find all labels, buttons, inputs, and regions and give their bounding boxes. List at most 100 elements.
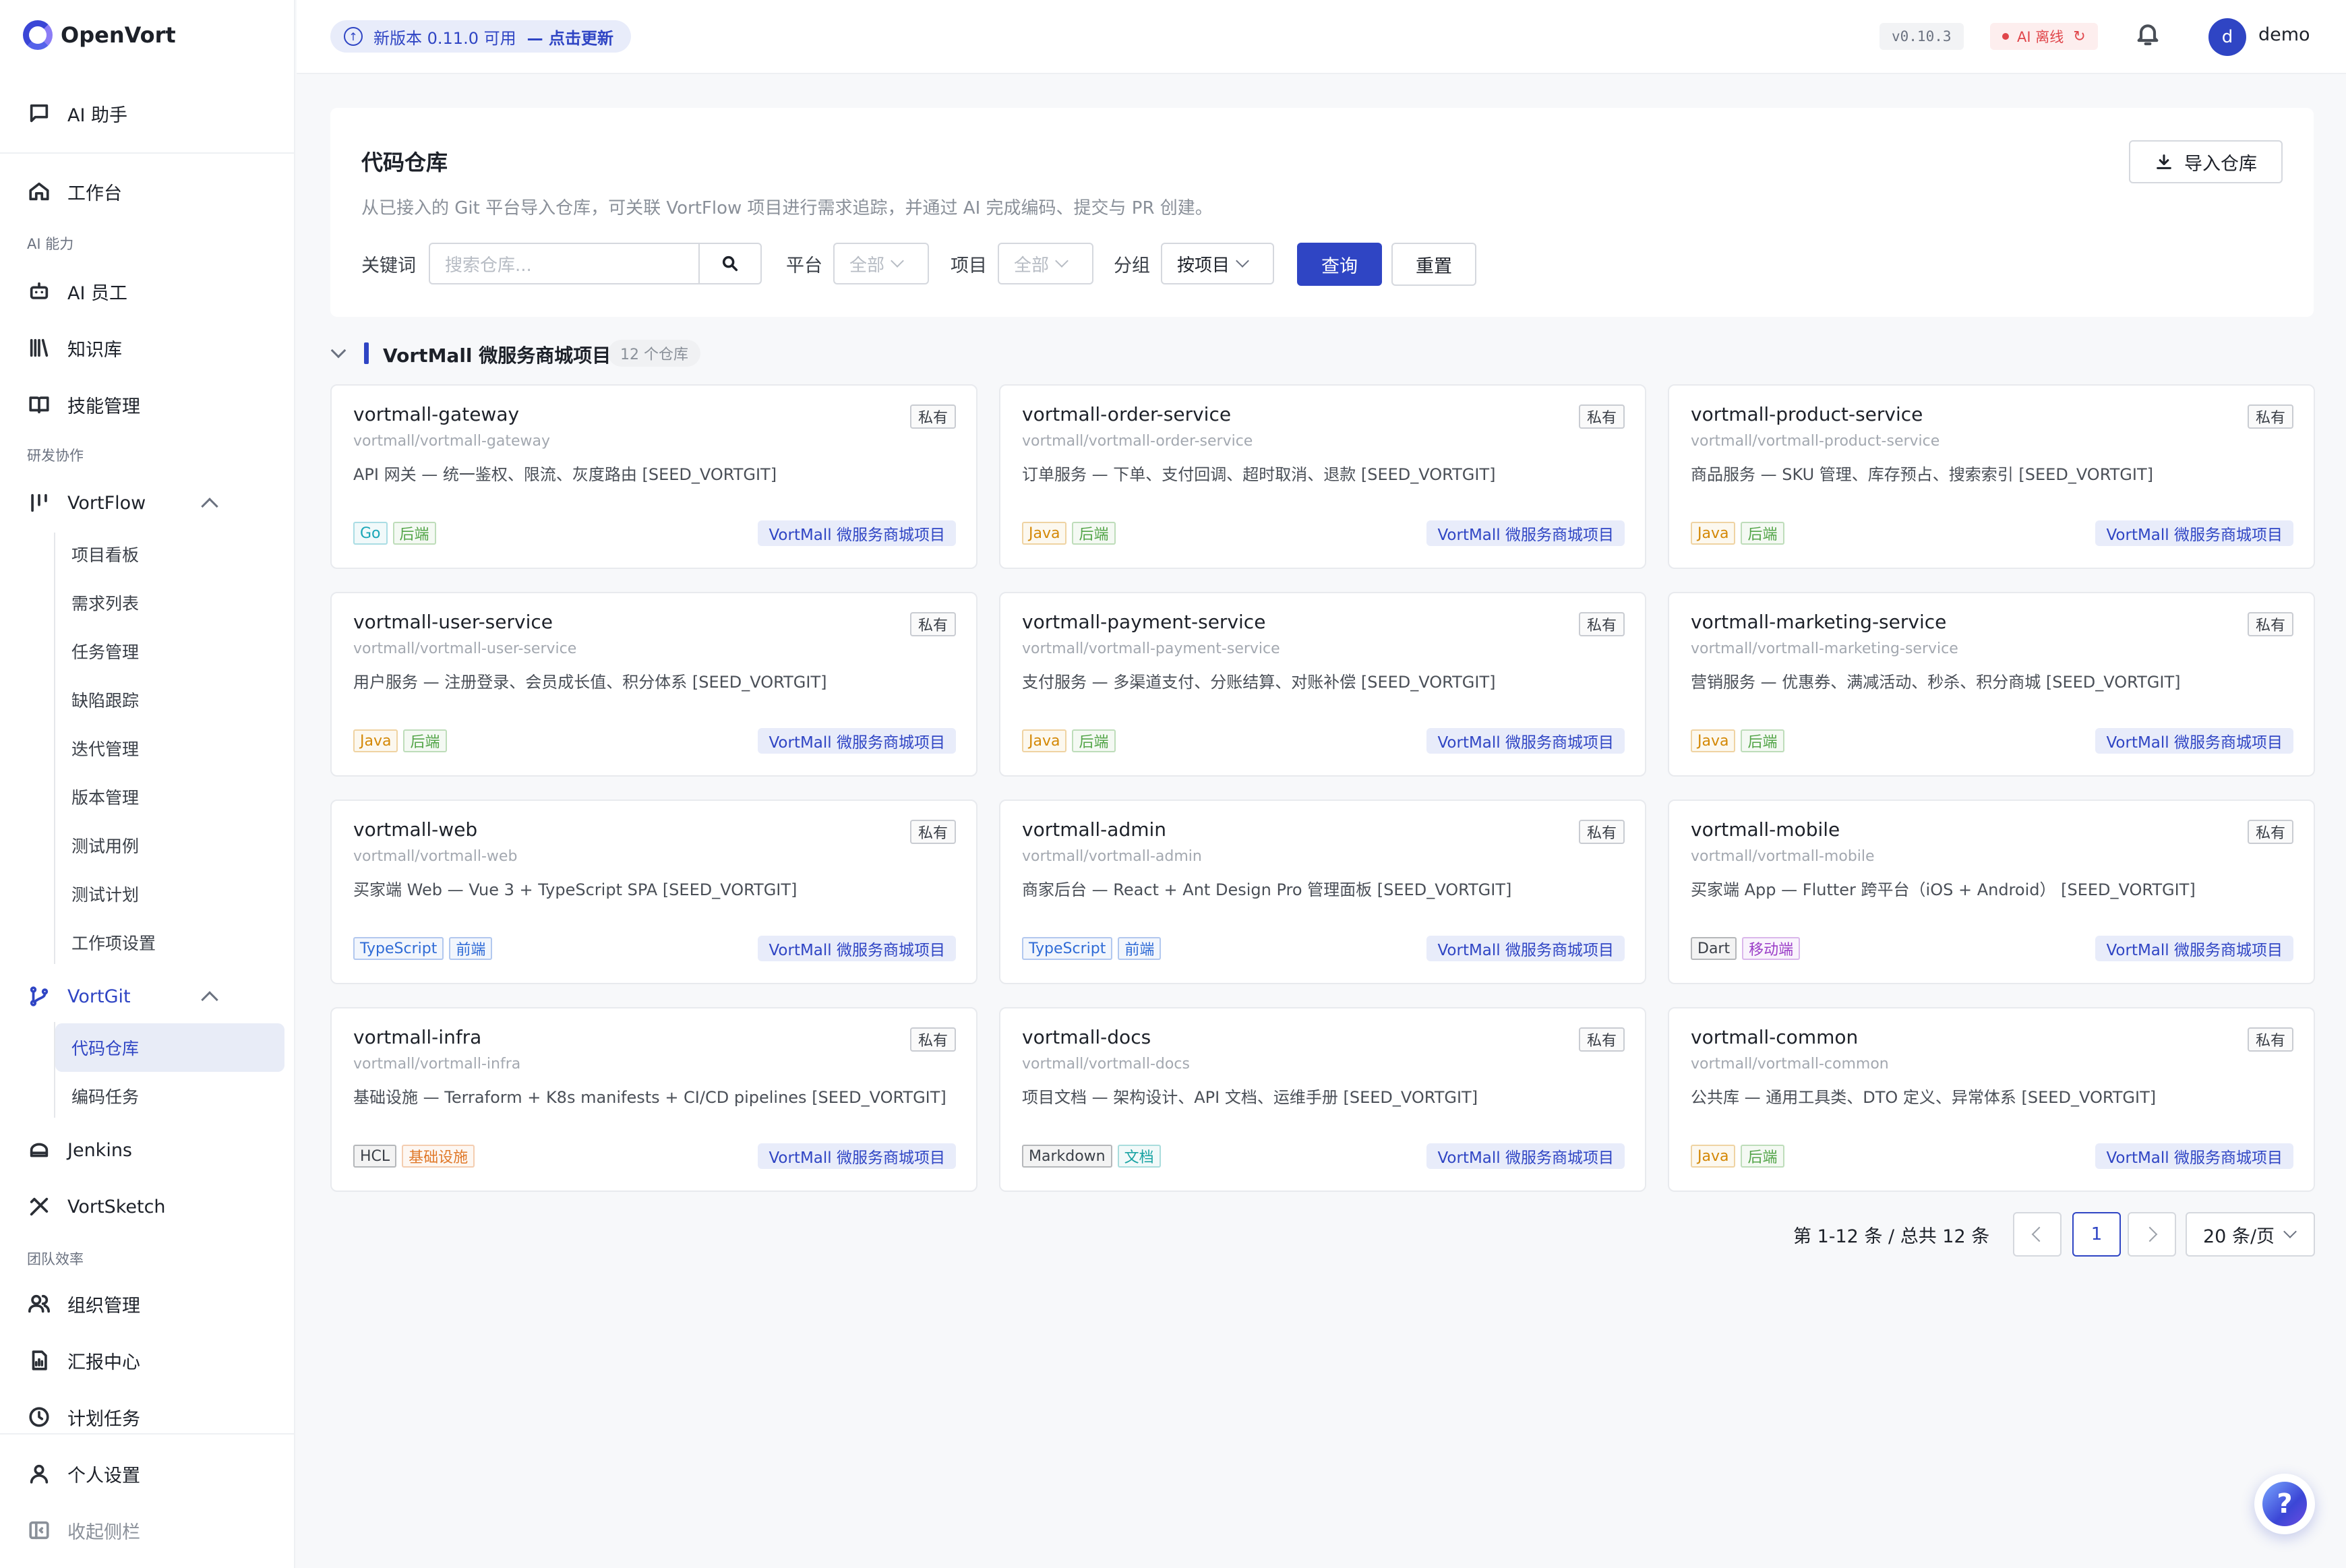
sidebar-subitem-coding-tasks[interactable]: 编码任务: [71, 1076, 139, 1116]
repo-name[interactable]: vortmall-admin: [1022, 818, 1166, 841]
avatar[interactable]: d: [2208, 18, 2246, 56]
repo-name[interactable]: vortmall-user-service: [353, 611, 553, 633]
reset-button[interactable]: 重置: [1391, 243, 1476, 286]
update-banner[interactable]: ↑ 新版本 0.11.0 可用 — 点击更新: [330, 20, 631, 53]
sidebar-item-org[interactable]: 组织管理: [26, 1284, 140, 1324]
sidebar-divider: [0, 152, 295, 154]
repo-tag: Java: [1691, 729, 1736, 752]
repo-name[interactable]: vortmall-payment-service: [1022, 611, 1265, 633]
chevron-up-icon[interactable]: [201, 991, 218, 1008]
page-button-current[interactable]: 1: [2072, 1212, 2121, 1257]
sidebar-item-vortsketch[interactable]: VortSketch: [26, 1186, 166, 1227]
sidebar-item-ai-assistant[interactable]: AI 助手: [26, 93, 127, 133]
project-badge[interactable]: VortMall 微服务商城项目: [758, 728, 956, 754]
notification-bell-icon[interactable]: [2134, 20, 2165, 51]
repo-name[interactable]: vortmall-web: [353, 818, 477, 841]
sidebar-subitem-code-repos[interactable]: 代码仓库: [71, 1027, 139, 1068]
repo-description: 营销服务 — 优惠券、满减活动、秒杀、积分商城 [SEED_VORTGIT]: [1691, 673, 2181, 692]
search-icon: [722, 255, 738, 272]
next-page-button[interactable]: [2128, 1212, 2176, 1257]
sidebar-item-label: 计划任务: [67, 1408, 140, 1430]
chevron-left-icon: [2031, 1226, 2047, 1242]
sidebar-subitem-test-cases[interactable]: 测试用例: [71, 825, 139, 866]
repo-card[interactable]: vortmall-infra vortmall/vortmall-infra 基础设…: [330, 1007, 977, 1192]
project-badge[interactable]: VortMall 微服务商城项目: [1426, 728, 1625, 754]
sidebar-item-ai-staff[interactable]: AI 员工: [26, 271, 127, 311]
app-logo[interactable]: OpenVort: [23, 20, 176, 50]
sidebar-item-knowledge[interactable]: 知识库: [26, 328, 122, 368]
repo-card[interactable]: vortmall-admin vortmall/vortmall-admin 商家后…: [999, 800, 1646, 984]
search-input[interactable]: 搜索仓库...: [429, 243, 698, 284]
project-badge[interactable]: VortMall 微服务商城项目: [2095, 728, 2293, 754]
project-badge[interactable]: VortMall 微服务商城项目: [1426, 1143, 1625, 1169]
project-badge[interactable]: VortMall 微服务商城项目: [758, 520, 956, 546]
sidebar-subitem-iterations[interactable]: 迭代管理: [71, 728, 139, 768]
update-link[interactable]: — 点击更新: [527, 25, 613, 49]
sidebar-item-label: 工作台: [67, 183, 122, 204]
refresh-icon[interactable]: ↻: [2073, 28, 2085, 45]
repo-name[interactable]: vortmall-mobile: [1691, 818, 1840, 841]
repo-card[interactable]: vortmall-web vortmall/vortmall-web 买家端 Web…: [330, 800, 977, 984]
sidebar-item-schedules[interactable]: 计划任务: [26, 1397, 140, 1437]
repo-card[interactable]: vortmall-product-service vortmall/vortmal…: [1668, 384, 2315, 569]
repo-name[interactable]: vortmall-marketing-service: [1691, 611, 1946, 633]
sidebar-item-reports[interactable]: 汇报中心: [26, 1340, 140, 1381]
project-badge[interactable]: VortMall 微服务商城项目: [758, 1143, 956, 1169]
repo-name[interactable]: vortmall-gateway: [353, 403, 519, 425]
platform-select[interactable]: 全部: [833, 243, 929, 284]
import-repo-button[interactable]: 导入仓库: [2129, 140, 2283, 183]
sidebar-item-jenkins[interactable]: Jenkins: [26, 1130, 132, 1170]
import-repo-label: 导入仓库: [2184, 153, 2257, 175]
sidebar-item-label: VortFlow: [67, 492, 146, 514]
project-badge[interactable]: VortMall 微服务商城项目: [1426, 520, 1625, 546]
username[interactable]: demo: [2258, 24, 2310, 45]
repo-tag: HCL: [353, 1145, 397, 1168]
repo-card[interactable]: vortmall-payment-service vortmall/vortmal…: [999, 592, 1646, 777]
repo-tag: Java: [1691, 522, 1736, 545]
group-select[interactable]: 按项目: [1161, 243, 1274, 284]
sidebar-subitem-workitem-settings[interactable]: 工作项设置: [71, 922, 156, 963]
project-select[interactable]: 全部: [998, 243, 1093, 284]
chevron-down-icon: [1236, 254, 1249, 268]
sidebar-subitem-project-board[interactable]: 项目看板: [71, 534, 139, 574]
repo-name[interactable]: vortmall-order-service: [1022, 403, 1231, 425]
sidebar-subitem-requirements[interactable]: 需求列表: [71, 582, 139, 623]
ai-status-badge[interactable]: AI 离线 ↻: [1990, 23, 2098, 50]
repo-card[interactable]: vortmall-docs vortmall/vortmall-docs 项目文档 …: [999, 1007, 1646, 1192]
prev-page-button[interactable]: [2013, 1212, 2062, 1257]
sidebar-subitem-test-plans[interactable]: 测试计划: [71, 874, 139, 914]
repo-name[interactable]: vortmall-docs: [1022, 1026, 1151, 1048]
sidebar-item-workbench[interactable]: 工作台: [26, 171, 122, 212]
repo-name[interactable]: vortmall-product-service: [1691, 403, 1923, 425]
query-button[interactable]: 查询: [1297, 243, 1382, 286]
chevron-up-icon[interactable]: [201, 497, 218, 515]
repo-name[interactable]: vortmall-common: [1691, 1026, 1858, 1048]
sidebar-item-personal[interactable]: 个人设置: [26, 1453, 140, 1494]
sidebar-subitem-versions[interactable]: 版本管理: [71, 777, 139, 817]
repo-card[interactable]: vortmall-order-service vortmall/vortmall-…: [999, 384, 1646, 569]
sidebar-item-skills[interactable]: 技能管理: [26, 384, 140, 425]
repo-card[interactable]: vortmall-gateway vortmall/vortmall-gatewa…: [330, 384, 977, 569]
page-title: 代码仓库: [361, 150, 448, 175]
sidebar-subitem-bugs[interactable]: 缺陷跟踪: [71, 680, 139, 720]
repo-tags: Java 后端: [1691, 729, 1790, 752]
project-badge[interactable]: VortMall 微服务商城项目: [1426, 936, 1625, 961]
sidebar-collapse-button[interactable]: 收起侧栏: [26, 1510, 140, 1550]
repo-card[interactable]: vortmall-mobile vortmall/vortmall-mobile 买…: [1668, 800, 2315, 984]
sidebar-item-vortflow[interactable]: VortFlow: [26, 483, 146, 523]
project-badge[interactable]: VortMall 微服务商城项目: [2095, 936, 2293, 961]
search-button[interactable]: [698, 243, 762, 284]
repo-card[interactable]: vortmall-common vortmall/vortmall-common 公…: [1668, 1007, 2315, 1192]
repo-name[interactable]: vortmall-infra: [353, 1026, 481, 1048]
sidebar-subitem-tasks[interactable]: 任务管理: [71, 631, 139, 671]
page-size-select[interactable]: 20 条/页: [2186, 1212, 2315, 1257]
project-badge[interactable]: VortMall 微服务商城项目: [2095, 1143, 2293, 1169]
ai-assistant-fab[interactable]: ?: [2254, 1474, 2315, 1534]
group-collapse-chevron-icon[interactable]: [330, 342, 347, 359]
repo-card[interactable]: vortmall-marketing-service vortmall/vortm…: [1668, 592, 2315, 777]
topbar: ↑ 新版本 0.11.0 可用 — 点击更新 v0.10.3 AI 离线 ↻ d…: [297, 0, 2346, 74]
project-badge[interactable]: VortMall 微服务商城项目: [758, 936, 956, 961]
sidebar-item-vortgit[interactable]: VortGit: [26, 976, 131, 1017]
repo-card[interactable]: vortmall-user-service vortmall/vortmall-u…: [330, 592, 977, 777]
project-badge[interactable]: VortMall 微服务商城项目: [2095, 520, 2293, 546]
